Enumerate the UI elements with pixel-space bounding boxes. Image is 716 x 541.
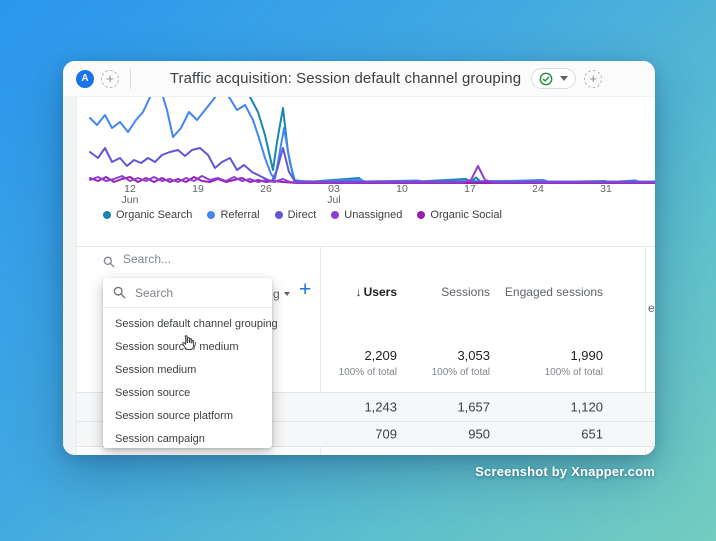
table-search-input[interactable] <box>121 251 291 267</box>
series-referral <box>90 97 655 182</box>
avatar[interactable]: A <box>76 70 94 88</box>
total-users: 2,209 <box>364 348 397 363</box>
total-users-subtext: 100% of total <box>339 367 397 378</box>
table-cell: 651 <box>581 427 603 442</box>
table-cell: 950 <box>468 427 490 442</box>
dropdown-search-row <box>103 278 272 308</box>
table-cell: 1,657 <box>457 400 490 415</box>
table-top-divider <box>77 246 655 247</box>
search-icon <box>113 286 126 299</box>
toolbar: A + Traffic acquisition: Session default… <box>63 61 655 97</box>
dimension-dropdown: Session default channel groupingSession … <box>103 278 272 448</box>
legend-item-organic-search: Organic Search <box>103 209 192 221</box>
column-header-users[interactable]: ↓Users <box>356 285 397 299</box>
legend-color-dot <box>275 211 283 219</box>
search-icon <box>103 255 115 273</box>
line-chart: 12Jun 19 26 03Jul 10 17 24 31 <box>77 97 655 207</box>
x-tick: 03Jul <box>327 184 340 206</box>
x-tick: 10 <box>396 184 408 195</box>
dropdown-items: Session default channel groupingSession … <box>103 308 272 450</box>
legend-item-organic-social: Organic Social <box>417 209 502 221</box>
add-dimension-button[interactable]: + <box>299 278 311 302</box>
chevron-down-icon <box>284 292 290 296</box>
series-organic-search <box>250 97 655 182</box>
dimension-picker-button[interactable]: g <box>273 287 290 301</box>
legend-color-dot <box>331 211 339 219</box>
page-title: Traffic acquisition: Session default cha… <box>170 70 521 87</box>
total-engaged-sessions: 1,990 <box>570 348 603 363</box>
legend-item-direct: Direct <box>275 209 317 221</box>
legend-item-unassigned: Unassigned <box>331 209 402 221</box>
total-sessions-subtext: 100% of total <box>432 367 490 378</box>
legend-color-dot <box>417 211 425 219</box>
x-tick: 19 <box>192 184 204 195</box>
x-tick: 31 <box>600 184 612 195</box>
x-tick: 17 <box>464 184 476 195</box>
toolbar-divider <box>130 69 131 89</box>
series-unassigned <box>90 166 655 183</box>
dropdown-item-session-source-medium[interactable]: Session source / medium <box>103 335 272 358</box>
dropdown-item-session-medium[interactable]: Session medium <box>103 358 272 381</box>
chart-legend: Organic Search Referral Direct Unassigned Or… <box>103 209 502 221</box>
table-cell: 1,243 <box>364 400 397 415</box>
column-header-engaged-sessions[interactable]: Engaged sessions <box>505 285 603 299</box>
dropdown-item-session-source-platform[interactable]: Session source platform <box>103 404 272 427</box>
column-header-sessions[interactable]: Sessions <box>441 285 490 299</box>
title-group: Traffic acquisition: Session default cha… <box>170 68 602 89</box>
chevron-down-icon <box>560 76 568 81</box>
add-tab-button[interactable]: + <box>101 70 119 88</box>
dropdown-item-session-source[interactable]: Session source <box>103 381 272 404</box>
x-tick: 12Jun <box>122 184 139 206</box>
dropdown-item-session-default-channel-grouping[interactable]: Session default channel grouping <box>103 312 272 335</box>
series-direct <box>90 148 655 182</box>
verified-dropdown-button[interactable] <box>531 68 576 89</box>
column-header-cutoff[interactable]: eng <box>648 301 655 315</box>
dropdown-search-input[interactable] <box>133 285 243 301</box>
add-card-button[interactable]: + <box>584 70 602 88</box>
chart-lines <box>77 97 655 207</box>
table-cell: 1,120 <box>570 400 603 415</box>
x-tick: 26 <box>260 184 272 195</box>
verified-check-icon <box>539 72 553 86</box>
total-engaged-subtext: 100% of total <box>545 367 603 378</box>
legend-color-dot <box>103 211 111 219</box>
left-gutter <box>63 97 77 455</box>
table-cell: 709 <box>375 427 397 442</box>
total-sessions: 3,053 <box>457 348 490 363</box>
dropdown-item-session-campaign[interactable]: Session campaign <box>103 427 272 450</box>
legend-color-dot <box>207 211 215 219</box>
legend-item-referral: Referral <box>207 209 259 221</box>
report-card: A + Traffic acquisition: Session default… <box>63 61 655 455</box>
watermark: Screenshot by Xnapper.com <box>475 464 655 479</box>
x-tick: 24 <box>532 184 544 195</box>
sort-descending-icon: ↓ <box>356 285 362 299</box>
